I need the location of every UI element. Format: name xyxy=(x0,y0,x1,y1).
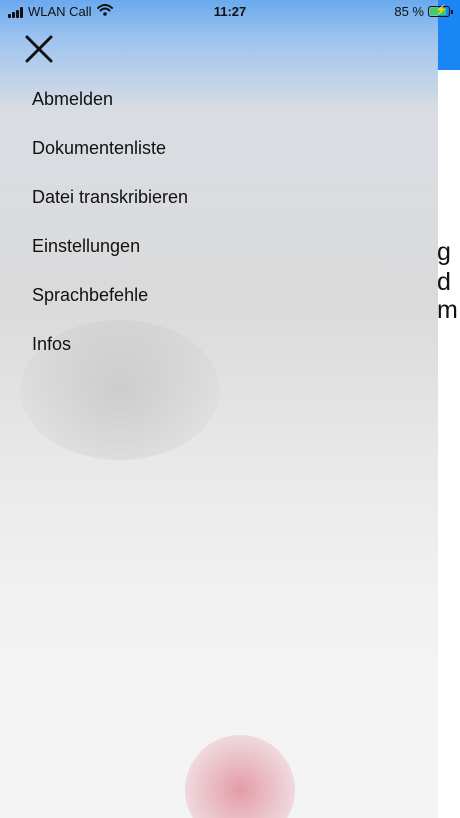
background-text: g xyxy=(437,238,451,266)
menu-item-sprachbefehle[interactable]: Sprachbefehle xyxy=(32,282,188,331)
close-icon xyxy=(25,35,53,63)
side-drawer: Abmelden Dokumentenliste Datei transkrib… xyxy=(0,0,438,818)
drawer-menu: Abmelden Dokumentenliste Datei transkrib… xyxy=(32,86,188,380)
close-button[interactable] xyxy=(20,30,58,68)
battery-percent: 85 % xyxy=(394,4,424,19)
menu-item-abmelden[interactable]: Abmelden xyxy=(32,86,188,135)
menu-item-datei-transkribieren[interactable]: Datei transkribieren xyxy=(32,184,188,233)
status-bar: WLAN Call 11:27 85 % ⚡ xyxy=(0,0,460,24)
background-text: d xyxy=(437,268,451,296)
menu-item-einstellungen[interactable]: Einstellungen xyxy=(32,233,188,282)
background-text: m xyxy=(437,296,458,324)
menu-item-dokumentenliste[interactable]: Dokumentenliste xyxy=(32,135,188,184)
blurred-record-button xyxy=(185,735,295,818)
status-right: 85 % ⚡ xyxy=(394,4,453,19)
battery-icon: ⚡ xyxy=(428,5,453,17)
menu-item-infos[interactable]: Infos xyxy=(32,331,188,380)
status-time: 11:27 xyxy=(213,4,247,19)
